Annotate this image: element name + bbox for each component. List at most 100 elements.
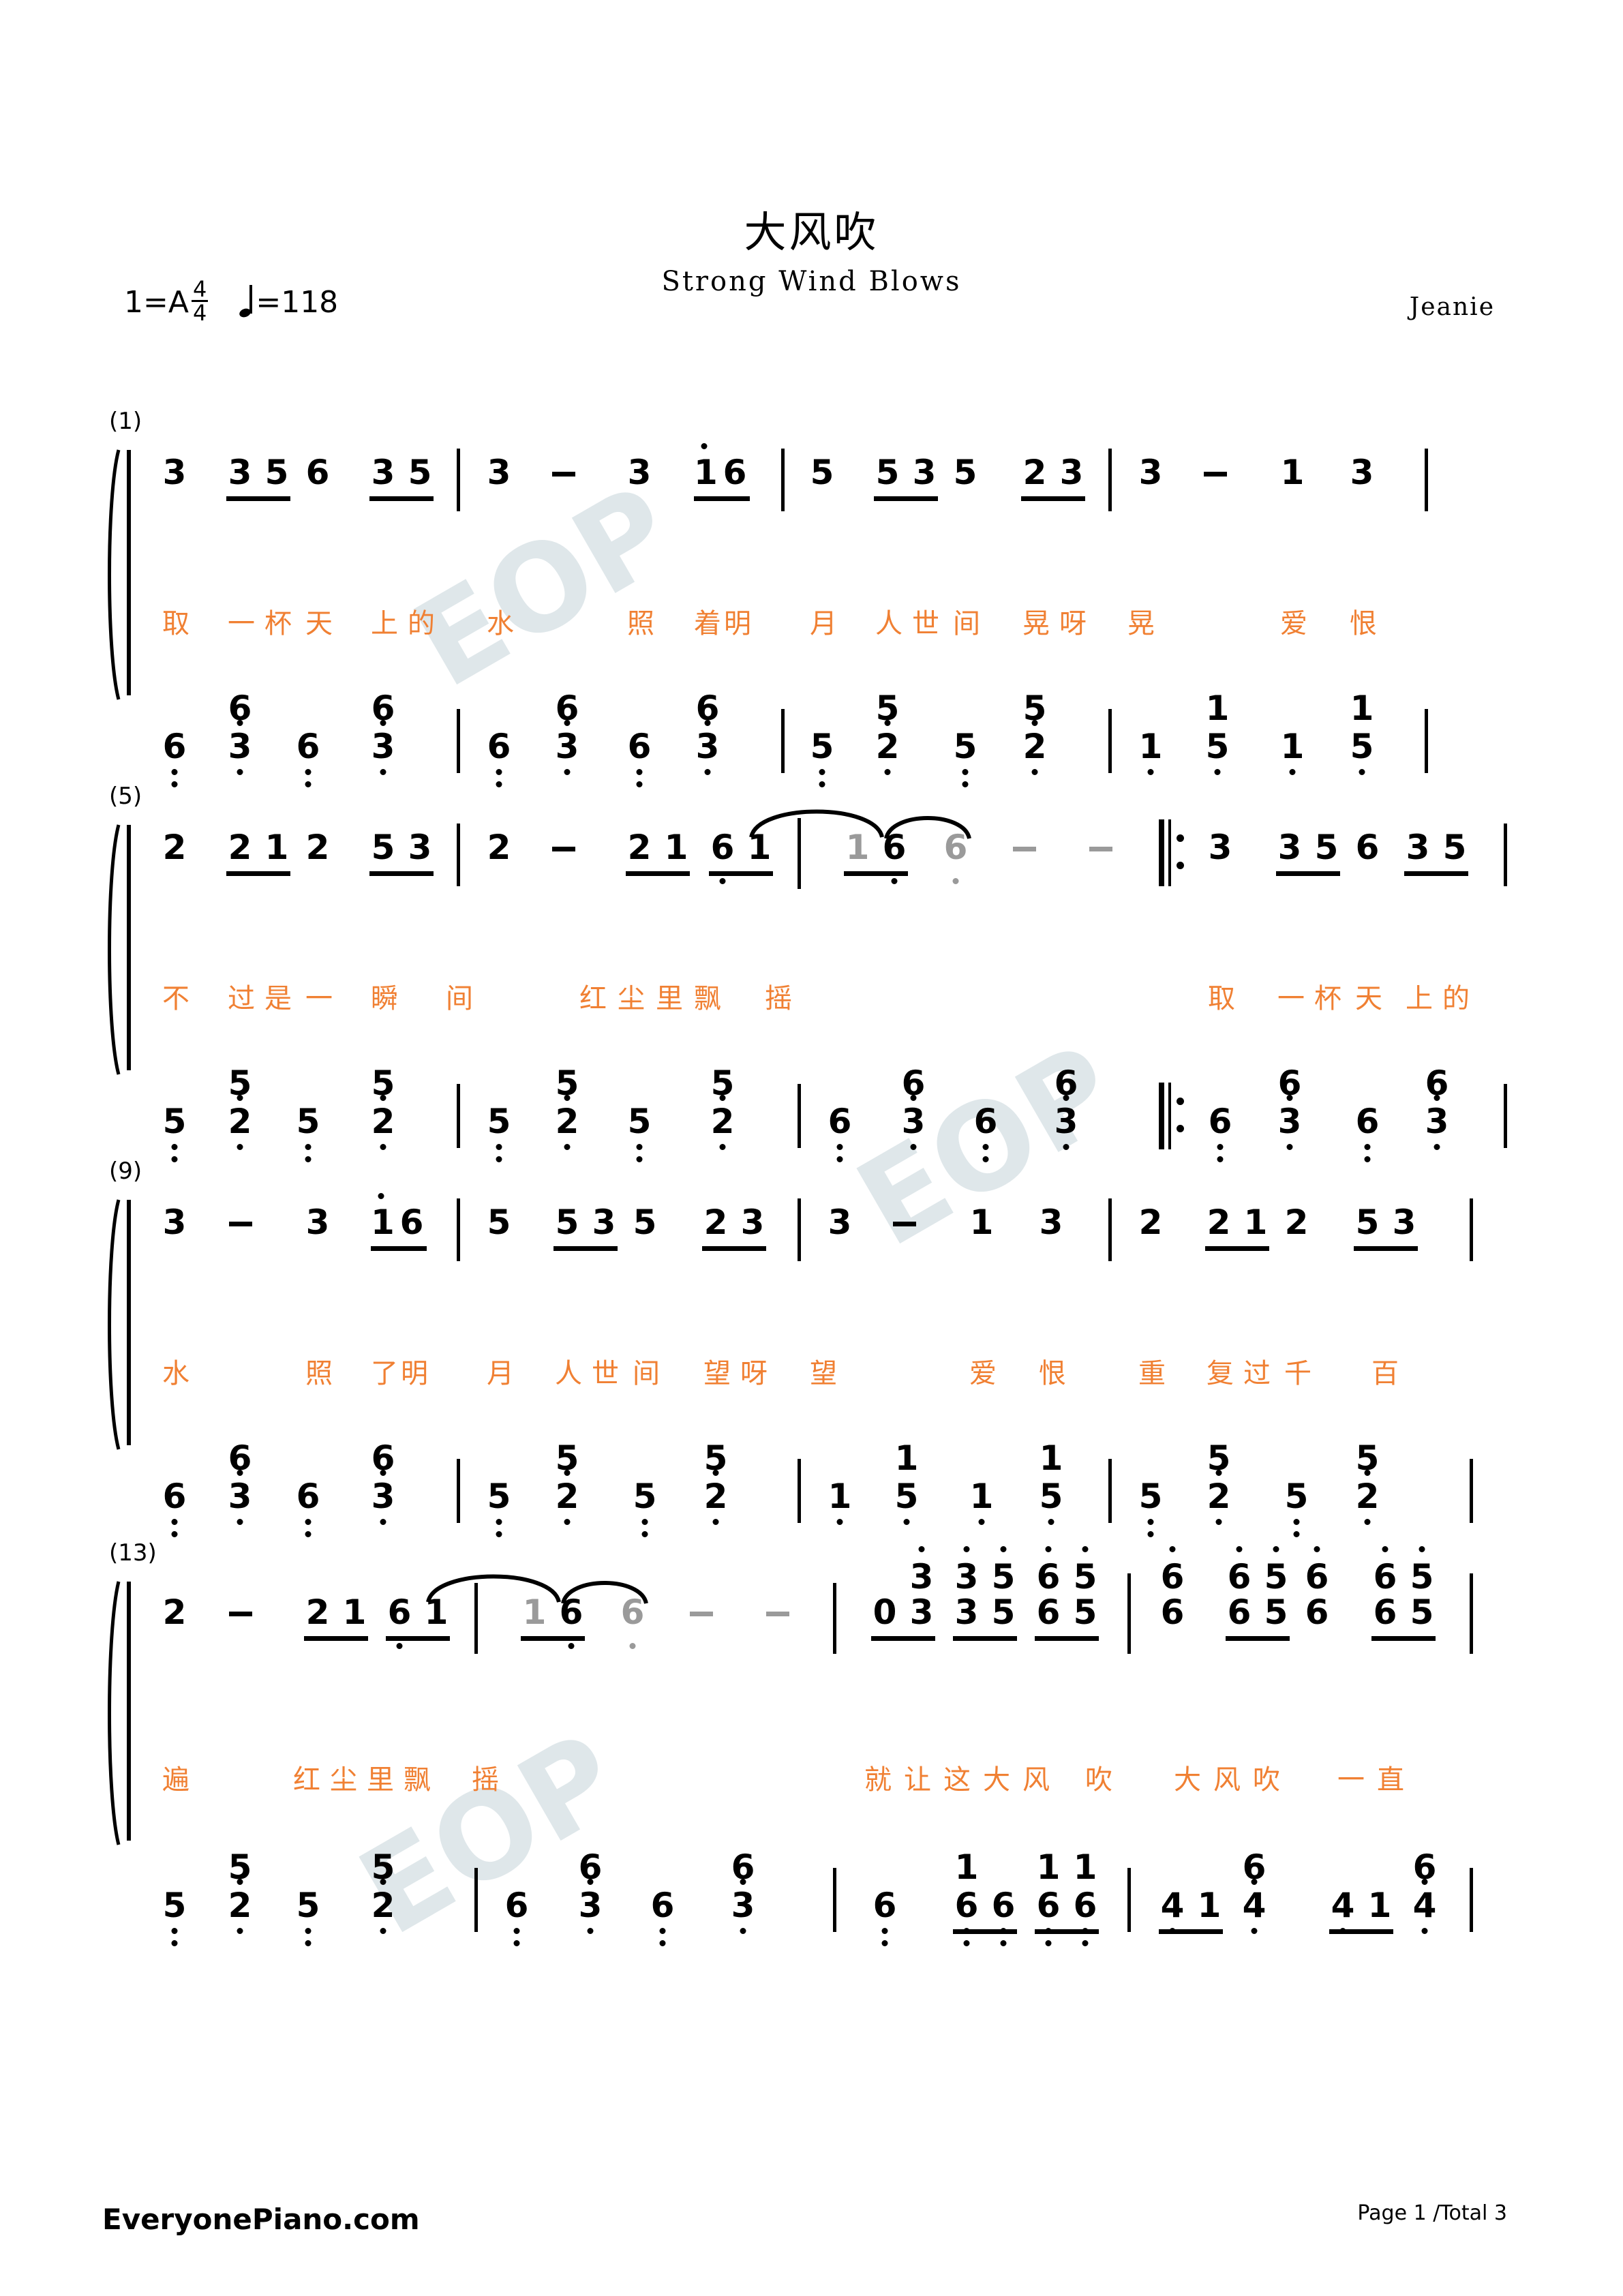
octave-down-dot [819,769,825,775]
barline [457,449,460,511]
note: 3 [592,1203,616,1242]
bass-note: 1 [954,1847,979,1887]
octave-up-dot [1082,1546,1089,1552]
note: 3 [954,1592,979,1632]
beam [1035,1636,1099,1641]
note-sustain-dash [1089,847,1112,851]
octave-down-dot [1251,1928,1258,1934]
time-signature-numerator: 4 [192,276,207,302]
octave-down-dot [171,1940,178,1946]
note: 6 [709,830,736,884]
note: 6 [399,1203,424,1242]
note-tied: 6 [942,830,969,884]
melody-row-1: 3 3 5 6 3 5 3 3 1 6 5 5 3 5 2 3 3 1 3 [109,436,1513,518]
octave-down-dot [659,1928,666,1934]
octave-down-dot [1293,1519,1300,1525]
note: 3 [371,453,395,492]
octave-down-dot [636,1156,643,1162]
octave-dot [1215,1470,1222,1476]
octave-dot [1031,720,1038,726]
octave-down-dot [719,878,726,884]
note: 2 [305,1592,330,1632]
octave-up-dot [1045,1546,1052,1552]
octave-down-dot [704,769,711,775]
octave-down-dot [1147,769,1154,775]
beam [953,1929,1017,1934]
octave-down-dot [1063,1144,1070,1150]
octave-down-dot [903,1519,910,1525]
barline [1504,1084,1507,1148]
note: 6 [1371,1546,1399,1594]
octave-dot [1286,1095,1293,1101]
note-sustain-dash [229,1222,252,1226]
note: 3 [953,1546,980,1594]
beam [1276,871,1340,876]
octave-down-dot [1000,1940,1007,1946]
note: 5 [1262,1546,1290,1594]
octave-down-dot [891,878,898,884]
note: 3 [162,453,187,492]
note: 3 [1208,828,1232,867]
octave-up-dot [963,1546,970,1552]
measure-number-4: (13) [109,1539,157,1567]
bass-note: 5 [1348,729,1376,775]
bass-note: 2 [369,1095,397,1150]
bass-note: 5 [626,1104,653,1162]
bass-note: 4 [1241,1879,1268,1934]
octave-dot [380,1879,386,1885]
octave-down-dot [1293,1531,1300,1537]
octave-down-dot [910,1144,917,1150]
bass-row-1: 6 6 3 6 6 3 6 6 3 6 6 3 5 5 2 5 5 2 1 1 … [109,559,1513,787]
note: 2 [305,828,330,867]
bass-note: 3 [900,1095,927,1150]
note: 5 [371,828,395,867]
note: 3 [228,453,252,492]
octave-down-dot [380,769,386,775]
page-indicator: Page 1 /Total 3 [1357,2201,1507,2225]
octave-dot [564,720,571,726]
barline [474,1868,478,1932]
note-tied: 1 [845,828,870,867]
note: 5 [633,1203,657,1242]
bass-note: 6 [1072,1888,1099,1946]
octave-dot [740,1879,746,1885]
beam [1159,1929,1223,1934]
octave-down-dot [171,1531,178,1537]
lyric-row-4: 遍 红 尘 里 飘 摇 就 让 这 大 风 吹 大 风 吹 一 直 [109,1663,1513,1796]
bass-note: 6 [1207,1104,1234,1162]
octave-down-dot [564,1519,571,1525]
bass-note: 2 [1354,1470,1381,1525]
octave-down-dot [1364,1144,1371,1150]
note: 3 [909,1592,934,1632]
bass-note: 5 [161,1888,188,1946]
octave-dot [564,1470,571,1476]
beam [371,1246,427,1251]
note: 2 [627,828,652,867]
octave-down-dot [884,769,891,775]
octave-down-dot [171,769,178,775]
beam [844,871,908,876]
bass-note: 3 [729,1879,757,1934]
bass-note: 6 [1035,1888,1062,1946]
octave-down-dot [629,1643,636,1649]
octave-down-dot [380,1519,386,1525]
octave-down-dot [568,1643,575,1649]
note: 6 [1036,1592,1061,1632]
bass-note: 2 [553,1095,581,1150]
bass-note: 1 [1039,1438,1063,1478]
octave-down-dot [740,1928,746,1934]
octave-down-dot [564,769,571,775]
melody-row-2: 2 2 1 2 5 3 2 2 1 6 1 1 6 6 3 3 5 6 3 5 [109,809,1513,893]
octave-dot [237,1879,243,1885]
bass-note: 3 [369,720,397,775]
note: 5 [953,453,977,492]
note-sustain-dash [1204,472,1227,477]
octave-down-dot [171,1156,178,1162]
octave-down-dot [496,1531,502,1537]
bass-note: 3 [1052,1095,1080,1150]
bass-note: 3 [369,1470,397,1525]
note: 3 [908,1546,935,1594]
note: 1 [1243,1203,1268,1242]
note: 5 [810,453,834,492]
bass-note: 6 [161,729,188,787]
